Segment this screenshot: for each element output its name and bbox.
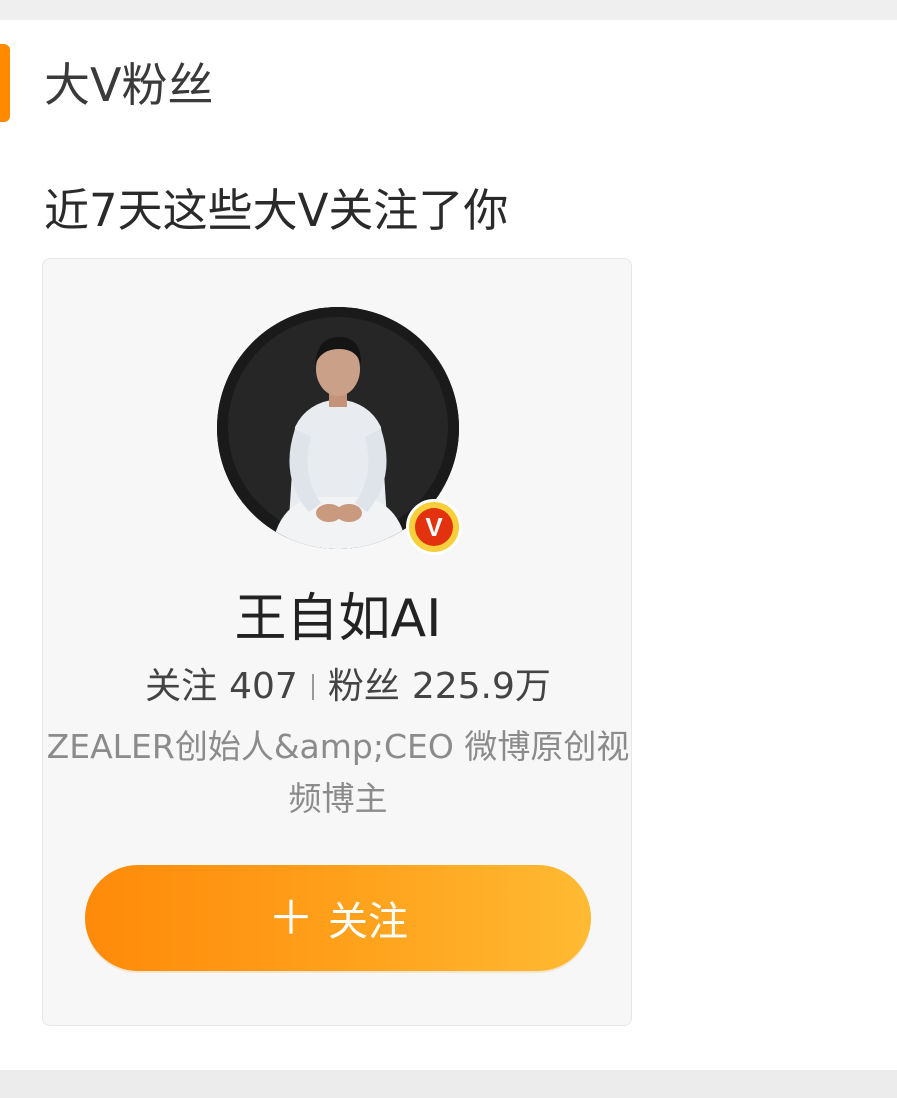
- user-name[interactable]: 王自如AI: [43, 585, 633, 653]
- following-count: 407: [229, 666, 298, 707]
- plus-icon: ＋: [268, 891, 314, 945]
- big-v-user-card[interactable]: V 王自如AI 关注 407 粉丝 225.9万 ZEALER创始人&amp;C…: [42, 258, 632, 1026]
- followers-count: 225.9万: [411, 666, 551, 707]
- bottom-separator: [0, 1070, 897, 1098]
- section-title: 大V粉丝: [44, 58, 214, 112]
- user-stats: 关注 407 粉丝 225.9万: [43, 661, 633, 713]
- verified-v-letter: V: [415, 508, 453, 546]
- section-subtitle: 近7天这些大V关注了你: [44, 184, 509, 237]
- section-accent-bar: [0, 44, 10, 122]
- user-description: ZEALER创始人&amp;CEO 微博原创视频博主: [46, 727, 630, 818]
- followers-label: 粉丝: [327, 666, 400, 707]
- follow-button[interactable]: ＋ 关注: [85, 865, 591, 971]
- following-label: 关注: [145, 666, 218, 707]
- verified-v-icon: V: [406, 499, 462, 555]
- follow-button-label: 关注: [328, 899, 408, 945]
- stats-divider: [311, 674, 314, 700]
